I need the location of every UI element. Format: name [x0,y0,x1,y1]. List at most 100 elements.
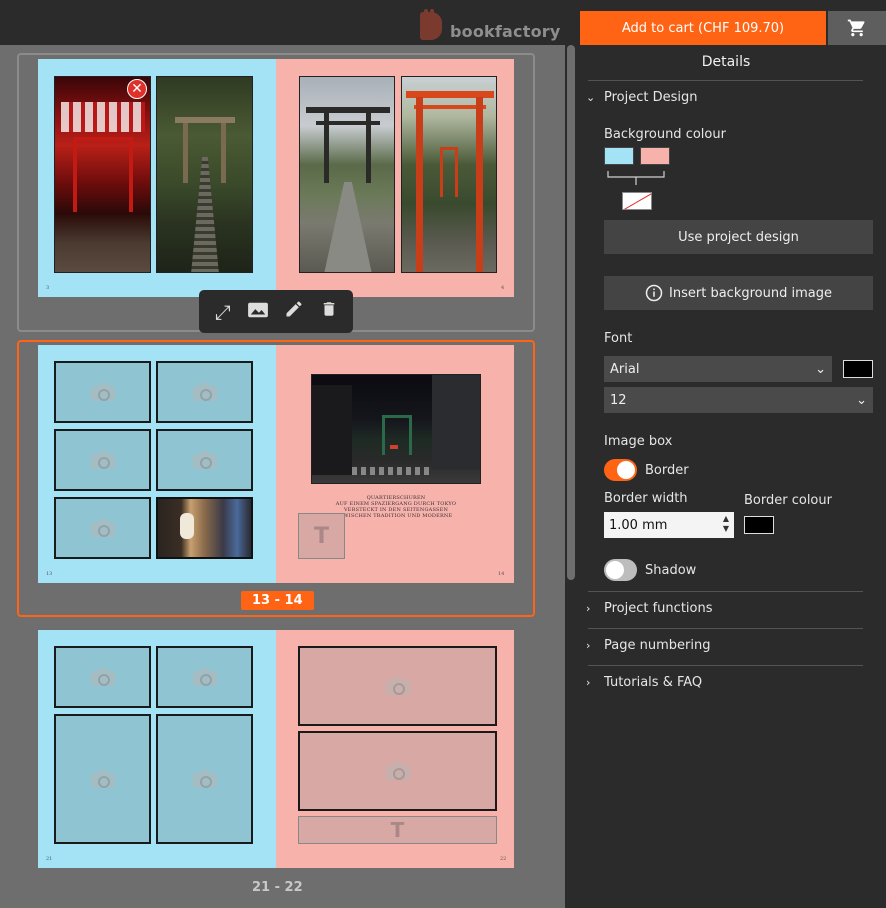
expand-icon[interactable]: ⤢ [209,300,237,324]
font-colour-swatch[interactable] [843,360,873,378]
image-placeholder[interactable] [298,731,497,811]
chevron-right-icon: › [586,639,591,652]
section-label: Tutorials & FAQ [604,675,703,690]
image-placeholder[interactable] [54,429,151,491]
photo-stone-torii[interactable] [299,76,395,273]
logo-mark-icon [420,9,442,40]
spread-label-active[interactable]: 13 - 14 [241,591,314,610]
insert-background-image-button[interactable]: Insert background image [604,276,873,310]
page-number-left: 13 [46,571,53,577]
chevron-right-icon: › [586,676,591,689]
shadow-label: Shadow [645,563,697,578]
border-width-value: 1.00 mm [609,517,668,533]
font-size-value: 12 [610,392,627,408]
section-tutorials-faq[interactable]: › Tutorials & FAQ [586,675,702,690]
image-placeholder[interactable] [298,646,497,726]
image-placeholder[interactable] [54,361,151,423]
photo-red-torii[interactable] [401,76,497,273]
left-page-colour-swatch[interactable] [604,147,634,165]
camera-icon [90,451,115,469]
cart-button[interactable] [828,11,886,45]
remove-photo-button[interactable]: ✕ [127,79,147,99]
photo-izakaya[interactable] [156,497,253,559]
camera-icon [90,383,115,401]
font-select[interactable]: Arial ⌄ [604,356,832,382]
section-project-design[interactable]: ⌄ Project Design [586,90,698,105]
right-page-colour-swatch[interactable] [640,147,670,165]
trash-icon[interactable] [315,299,343,324]
stepper-icon[interactable]: ▲ ▼ [723,514,729,534]
image-box-label: Image box [604,434,673,449]
font-size-select[interactable]: 12 ⌄ [604,387,873,413]
text-placeholder[interactable]: T [298,816,497,844]
text-placeholder[interactable]: T [298,513,345,559]
divider [588,591,863,592]
pencil-icon[interactable] [280,299,308,324]
image-placeholder[interactable] [54,714,151,844]
image-placeholder[interactable] [156,429,253,491]
divider [588,628,863,629]
image-placeholder[interactable] [54,646,151,708]
page-22[interactable]: T 22 [276,630,514,868]
page-number-right: 14 [498,571,505,577]
image-placeholder[interactable] [156,646,253,708]
shadow-toggle[interactable] [604,559,637,581]
spread-label[interactable]: 21 - 22 [241,878,314,897]
font-value: Arial [610,361,640,377]
border-width-input[interactable]: 1.00 mm ▲ ▼ [604,512,734,538]
no-colour-swatch[interactable] [622,192,652,210]
camera-icon [192,451,217,469]
page-number-left: 21 [46,856,53,862]
shopping-cart-icon [847,19,865,37]
image-toolbar: ⤢ [199,290,353,333]
canvas-scrollbar[interactable] [566,45,576,908]
top-bar: bookfactory Add to cart (CHF 109.70) [0,0,886,45]
camera-icon [90,770,115,788]
brand-name: bookfactory [450,21,561,41]
image-placeholder[interactable] [156,361,253,423]
camera-icon [192,383,217,401]
border-toggle[interactable] [604,459,637,481]
image-icon[interactable] [244,300,272,324]
chevron-right-icon: › [586,602,591,615]
border-colour-swatch[interactable] [744,516,774,534]
font-label: Font [604,331,633,346]
camera-icon [192,668,217,686]
bookfactory-logo: bookfactory [420,9,561,42]
details-panel: Details ⌄ Project Design Background colo… [576,45,886,908]
photo-forest-stairs[interactable] [156,76,253,273]
image-placeholder[interactable] [156,714,253,844]
chevron-down-icon: ⌄ [856,392,867,408]
camera-icon [90,668,115,686]
page-21[interactable]: 21 [38,630,276,868]
page-13[interactable]: 13 [38,345,276,583]
insert-background-label: Insert background image [669,285,832,301]
camera-icon [385,762,410,780]
page-3[interactable]: ✕ 3 [38,59,276,297]
info-icon [645,284,663,302]
page-4[interactable]: 4 [276,59,514,297]
book-canvas[interactable]: ✕ 3 4 ⤢ 13 QUARTIERSCHUREN AUF EINEM SPA… [0,45,565,908]
image-placeholder[interactable] [54,497,151,559]
camera-icon [90,519,115,537]
chevron-down-icon: ⌄ [586,91,596,104]
section-label: Page numbering [604,638,711,653]
camera-icon [192,770,217,788]
section-label: Project functions [604,601,713,616]
use-project-design-button[interactable]: Use project design [604,220,873,254]
add-to-cart-button[interactable]: Add to cart (CHF 109.70) [580,11,826,45]
chevron-down-icon: ⌄ [815,361,826,377]
scrollbar-thumb[interactable] [567,45,575,580]
divider [588,665,863,666]
photo-night-street[interactable] [311,374,481,484]
divider [588,80,863,81]
panel-title: Details [701,54,751,70]
page-14[interactable]: QUARTIERSCHUREN AUF EINEM SPAZIERGANG DU… [276,345,514,583]
page-number-left: 3 [46,285,50,291]
section-page-numbering[interactable]: › Page numbering [586,638,710,653]
photo-shrine-lanterns[interactable] [54,76,151,273]
background-colour-label: Background colour [604,127,726,142]
border-colour-label: Border colour [744,493,832,508]
page-number-right: 4 [501,285,505,291]
section-project-functions[interactable]: › Project functions [586,601,713,616]
